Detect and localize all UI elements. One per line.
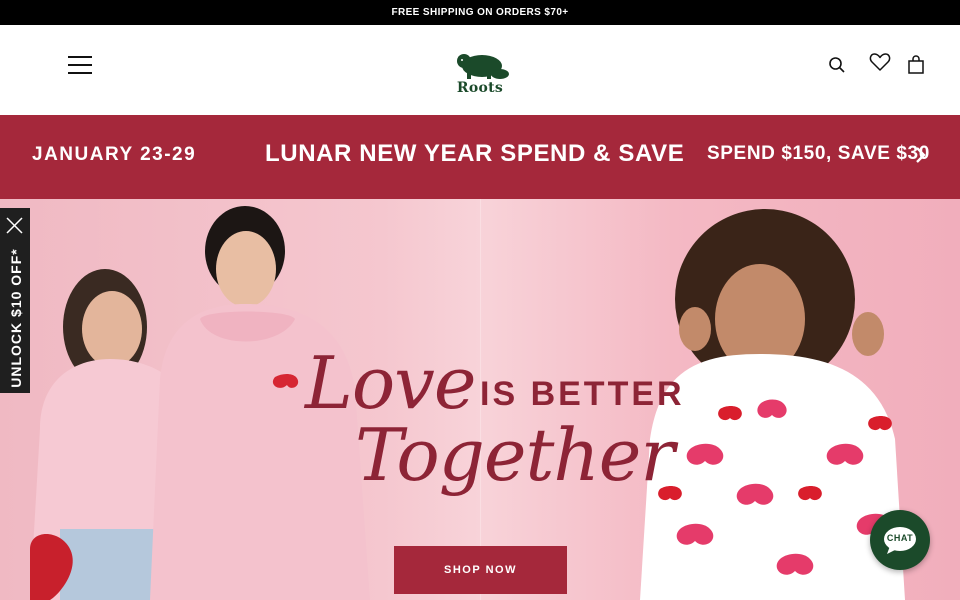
beaver-icon	[457, 54, 509, 79]
unlock-offer-label: UNLOCK $10 OFF*	[8, 248, 24, 388]
announcement-text: FREE SHIPPING ON ORDERS $70+	[391, 7, 569, 18]
menu-icon[interactable]	[68, 56, 92, 74]
shop-now-button[interactable]: SHOP NOW	[394, 546, 567, 594]
chat-button[interactable]: CHAT	[870, 510, 930, 570]
heart-icon[interactable]	[869, 52, 891, 77]
announcement-bar: FREE SHIPPING ON ORDERS $70+	[0, 0, 960, 25]
bag-icon[interactable]	[907, 55, 925, 80]
logo-text: Roots	[456, 80, 504, 96]
roots-logo[interactable]: Roots	[449, 52, 511, 98]
promo-dates: JANUARY 23-29	[32, 144, 197, 165]
chat-label: CHAT	[886, 533, 914, 543]
promo-title: LUNAR NEW YEAR SPEND & SAVE	[265, 140, 685, 167]
close-icon[interactable]	[6, 217, 23, 239]
chevron-right-icon[interactable]	[915, 146, 927, 169]
search-icon[interactable]	[828, 56, 846, 79]
hero-is-better-text: IS BETTER	[480, 375, 685, 413]
hero-banner: Love IS BETTER Together SHOP NOW	[0, 199, 960, 600]
hero-together-text: Together	[355, 413, 675, 497]
promo-banner[interactable]: JANUARY 23-29 LUNAR NEW YEAR SPEND & SAV…	[0, 115, 960, 199]
promo-offer: SPEND $150, SAVE $30	[707, 143, 930, 164]
site-header: Roots	[0, 25, 960, 115]
unlock-offer-tab[interactable]: UNLOCK $10 OFF*	[0, 208, 30, 393]
